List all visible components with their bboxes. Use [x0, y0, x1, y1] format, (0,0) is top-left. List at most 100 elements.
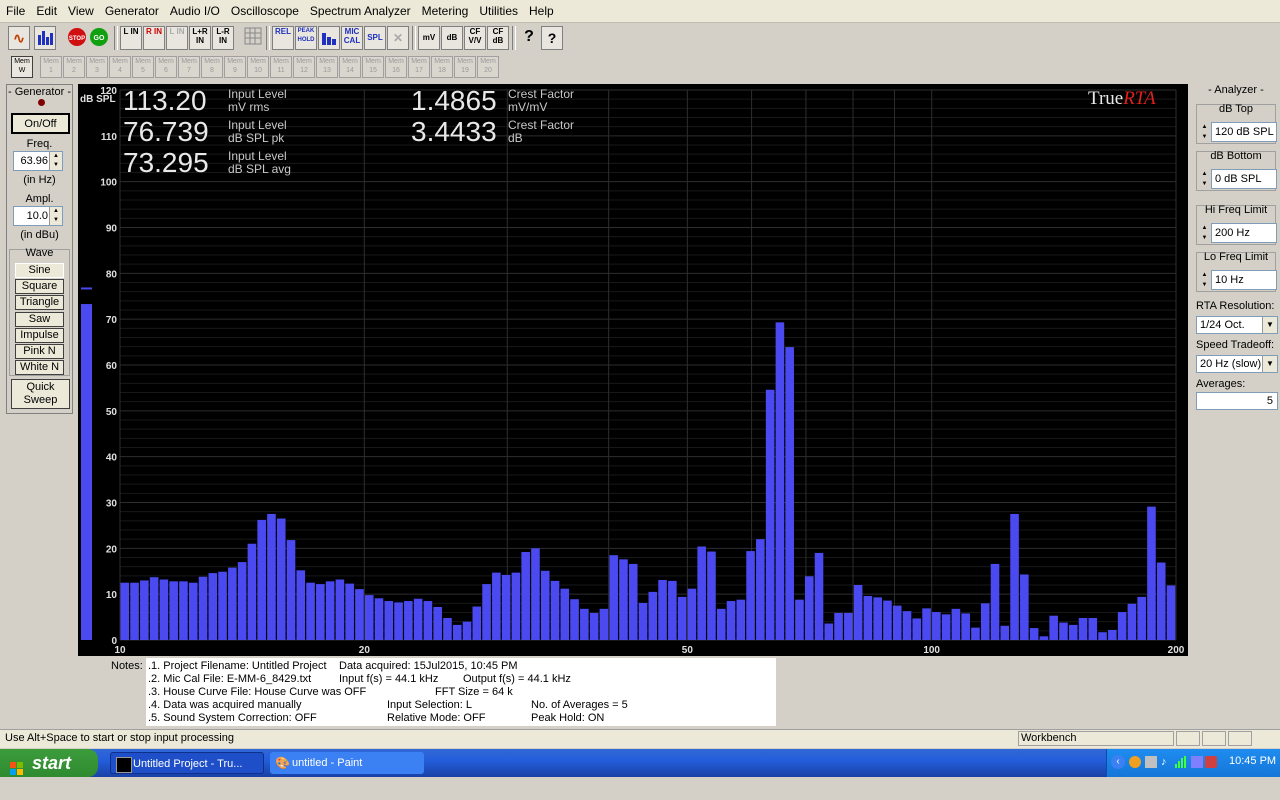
mem-slot-button[interactable]: Mem 8 — [201, 56, 223, 78]
dropdown-arrow-icon[interactable]: ▼ — [1262, 356, 1277, 372]
spectrum-bar — [814, 552, 824, 640]
mem-slot-button[interactable]: Mem 19 — [454, 56, 476, 78]
oscilloscope-view-icon[interactable]: ∿ — [8, 26, 30, 50]
mv-button[interactable]: mV — [418, 26, 440, 50]
context-help-button[interactable]: ? — [541, 26, 563, 50]
menu-file[interactable]: File — [0, 0, 30, 19]
averages-input[interactable]: 5 — [1196, 392, 1278, 410]
hi-freq-spin-icon[interactable]: ▲ ▼ — [1199, 223, 1210, 243]
left-input-alt-button[interactable]: L IN — [166, 26, 188, 50]
freq-input[interactable]: 63.96 ▲ ▼ — [13, 151, 63, 171]
spectrum-bar — [218, 571, 227, 640]
peak-hold-button[interactable]: PEAK HOLD — [295, 26, 317, 50]
crest-factor-db-button[interactable]: CF dB — [487, 26, 509, 50]
menu-metering[interactable]: Metering — [416, 0, 474, 19]
speed-select[interactable]: 20 Hz (slow) ▼ — [1196, 355, 1278, 373]
menu-oscilloscope[interactable]: Oscilloscope — [225, 0, 304, 19]
mem-number: 6 — [164, 67, 168, 74]
mem-w-button[interactable]: Mem W — [11, 56, 33, 78]
menu-edit[interactable]: Edit — [30, 0, 62, 19]
grid-icon[interactable] — [242, 26, 264, 50]
ampl-input[interactable]: 10.0 ▲ ▼ — [13, 206, 63, 226]
db-button[interactable]: dB — [441, 26, 463, 50]
wave-triangle-button[interactable]: Triangle — [15, 295, 64, 311]
start-button[interactable]: start — [0, 749, 98, 777]
menu-view[interactable]: View — [62, 0, 99, 19]
readout-value-crest-db: 3.4433 — [411, 116, 497, 147]
network-icon[interactable] — [1145, 756, 1157, 768]
mem-slot-button[interactable]: Mem 1 — [40, 56, 62, 78]
display-icon[interactable] — [1191, 756, 1203, 768]
y-tick-label: 90 — [106, 224, 118, 235]
mem-number: 2 — [72, 67, 76, 74]
wave-pink-n-button[interactable]: Pink N — [15, 344, 64, 359]
mem-slot-button[interactable]: Mem 7 — [178, 56, 200, 78]
generator-onoff-button[interactable]: On/Off — [11, 113, 70, 134]
mem-slot-button[interactable]: Mem 15 — [362, 56, 384, 78]
left-input-button[interactable]: L IN — [120, 26, 142, 50]
freq-spin-icon[interactable]: ▲ ▼ — [49, 152, 62, 170]
mem-slot-button[interactable]: Mem 3 — [86, 56, 108, 78]
menu-utilities[interactable]: Utilities — [473, 0, 523, 19]
menu-generator[interactable]: Generator — [99, 0, 164, 19]
wave-impulse-button[interactable]: Impulse — [15, 327, 64, 343]
mic-cal-button[interactable]: MIC CAL — [341, 26, 363, 50]
tray-app-icon[interactable] — [1129, 756, 1141, 768]
crest-factor-vv-button[interactable]: CF V/V — [464, 26, 486, 50]
db-top-input[interactable]: 120 dB SPL — [1211, 122, 1277, 142]
task-truerta[interactable]: Untitled Project - Tru... — [110, 752, 264, 774]
task-paint[interactable]: 🎨 untitled - Paint — [270, 752, 424, 774]
mem-slot-button[interactable]: Mem 17 — [408, 56, 430, 78]
hi-freq-input[interactable]: 200 Hz — [1211, 223, 1277, 243]
mem-slot-button[interactable]: Mem 11 — [270, 56, 292, 78]
bar-graph-icon[interactable] — [318, 26, 340, 50]
lr-diff-button[interactable]: L-R IN — [212, 26, 234, 50]
tray-expand-icon[interactable]: ‹ — [1111, 755, 1125, 769]
db-bottom-input[interactable]: 0 dB SPL — [1211, 169, 1277, 189]
mem-slot-button[interactable]: Mem 13 — [316, 56, 338, 78]
dropdown-arrow-icon[interactable]: ▼ — [1262, 317, 1277, 333]
wave-square-button[interactable]: Square — [15, 279, 64, 295]
quick-sweep-button[interactable]: Quick Sweep — [11, 379, 70, 409]
mem-slot-button[interactable]: Mem 18 — [431, 56, 453, 78]
mem-slot-button[interactable]: Mem 9 — [224, 56, 246, 78]
menu-audio-i-o[interactable]: Audio I/O — [164, 0, 225, 19]
lo-freq-input[interactable]: 10 Hz — [1211, 270, 1277, 290]
ampl-spin-icon[interactable]: ▲ ▼ — [49, 207, 62, 225]
mem-slot-button[interactable]: Mem 2 — [63, 56, 85, 78]
readout-line2: dB SPL pk — [228, 131, 285, 145]
mem-number: 7 — [187, 67, 191, 74]
mem-slot-button[interactable]: Mem 10 — [247, 56, 269, 78]
mem-slot-button[interactable]: Mem 4 — [109, 56, 131, 78]
mem-slot-button[interactable]: Mem 16 — [385, 56, 407, 78]
clear-icon[interactable]: ✕ — [387, 26, 409, 50]
menu-help[interactable]: Help — [523, 0, 559, 19]
lr-sum-button[interactable]: L+R IN — [189, 26, 211, 50]
volume-icon[interactable]: ♪ — [1161, 756, 1173, 768]
mem-slot-button[interactable]: Mem 12 — [293, 56, 315, 78]
wave-saw-button[interactable]: Saw — [15, 311, 64, 327]
help-button[interactable]: ? — [518, 26, 540, 50]
spl-button[interactable]: SPL — [364, 26, 386, 50]
menu-spectrum-analyzer[interactable]: Spectrum Analyzer — [304, 0, 416, 19]
spectrum-view-icon[interactable] — [34, 26, 56, 50]
go-button[interactable]: GO — [88, 26, 110, 50]
db-top-spin-icon[interactable]: ▲ ▼ — [1199, 122, 1210, 142]
resolution-select[interactable]: 1/24 Oct. ▼ — [1196, 316, 1278, 334]
wave-sine-button[interactable]: Sine — [15, 263, 64, 278]
security-icon[interactable] — [1205, 756, 1217, 768]
mem-slot-button[interactable]: Mem 20 — [477, 56, 499, 78]
relative-button[interactable]: REL — [272, 26, 294, 50]
status-pane — [1228, 731, 1252, 746]
db-bottom-spin-icon[interactable]: ▲ ▼ — [1199, 169, 1210, 189]
mem-slot-button[interactable]: Mem 14 — [339, 56, 361, 78]
mem-slot-button[interactable]: Mem 5 — [132, 56, 154, 78]
y-tick-label: 100 — [100, 178, 117, 189]
mem-slot-button[interactable]: Mem 6 — [155, 56, 177, 78]
spectrum-bar — [413, 598, 423, 640]
lo-freq-spin-icon[interactable]: ▲ ▼ — [1199, 270, 1210, 290]
right-input-button[interactable]: R IN — [143, 26, 165, 50]
signal-icon[interactable] — [1175, 756, 1187, 768]
stop-button[interactable]: STOP — [66, 26, 88, 50]
wave-white-n-button[interactable]: White N — [15, 360, 64, 376]
